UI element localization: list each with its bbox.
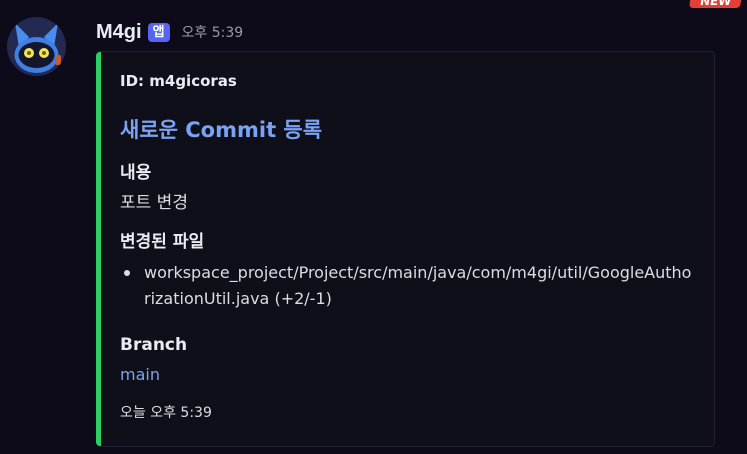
username[interactable]: M4gi — [96, 21, 142, 44]
branch-link[interactable]: main — [120, 365, 160, 384]
robot-avatar-icon — [7, 17, 66, 76]
new-badge: NEW — [688, 0, 742, 8]
embed-title: 새로운 Commit 등록 — [120, 118, 323, 142]
field-content-value: 포트 변경 — [120, 193, 188, 213]
message-header: M4gi 앱 오후 5:39 — [96, 18, 243, 46]
message-timestamp[interactable]: 오후 5:39 — [182, 22, 244, 42]
bullet-icon — [124, 270, 130, 276]
field-files-name: 변경된 파일 — [120, 232, 205, 252]
embed-accent-bar — [96, 52, 101, 446]
app-tag: 앱 — [147, 22, 170, 42]
embed-footer: 오늘 오후 5:39 — [120, 405, 212, 421]
list-item: workspace_project/Project/src/main/java/… — [120, 260, 694, 312]
embed-author: ID: m4gicoras — [120, 72, 237, 90]
field-branch-name: Branch — [120, 335, 188, 355]
embed-card: ID: m4gicoras 새로운 Commit 등록 내용 포트 변경 변경된… — [96, 51, 715, 447]
file-list: workspace_project/Project/src/main/java/… — [120, 260, 694, 312]
field-content-name: 내용 — [120, 163, 152, 183]
avatar[interactable] — [7, 17, 66, 76]
file-path: workspace_project/Project/src/main/java/… — [144, 263, 692, 308]
embed-content: ID: m4gicoras 새로운 Commit 등록 내용 포트 변경 변경된… — [120, 52, 700, 446]
